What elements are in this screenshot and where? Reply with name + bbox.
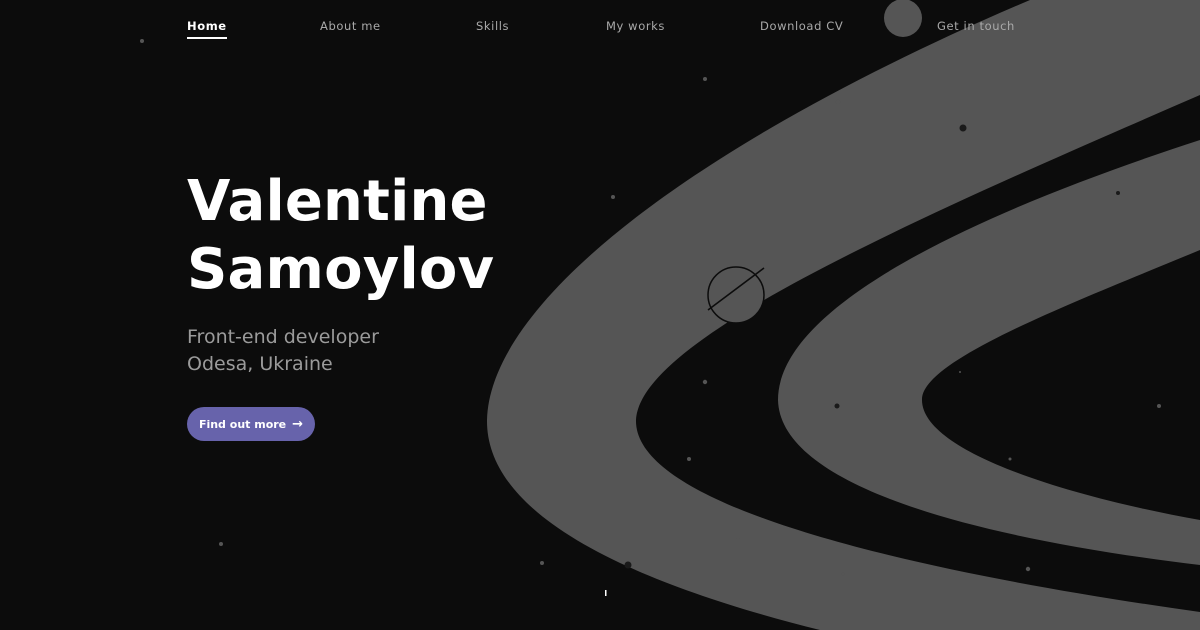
- arrow-right-icon: →: [292, 416, 304, 432]
- nav-about[interactable]: About me: [320, 19, 381, 33]
- hero-name-last: Samoylov: [187, 237, 495, 302]
- hero-section: Valentine Samoylov Front-end developer O…: [187, 168, 494, 378]
- main-nav: Home About me Skills My works Download C…: [0, 0, 1200, 54]
- space-background: [140, 0, 1200, 630]
- nav-contact[interactable]: Get in touch: [937, 19, 1015, 33]
- hero-title: Valentine Samoylov: [187, 168, 494, 304]
- nav-skills[interactable]: Skills: [476, 19, 509, 33]
- hero-location: Odesa, Ukraine: [187, 353, 333, 375]
- orbit-ring: [486, 0, 1200, 630]
- hero-subtitle: Front-end developer Odesa, Ukraine: [187, 324, 494, 378]
- cta-label: Find out more: [198, 417, 287, 431]
- moon-circle: [707, 266, 765, 324]
- nav-home-label: Home: [187, 19, 227, 33]
- nav-works[interactable]: My works: [606, 19, 665, 33]
- nav-download-cv[interactable]: Download CV: [760, 19, 843, 33]
- scroll-indicator: [605, 590, 607, 596]
- landing-page: Home About me Skills My works Download C…: [0, 0, 1200, 630]
- nav-active-underline: [187, 37, 227, 39]
- hero-role: Front-end developer: [187, 326, 379, 348]
- nav-home[interactable]: Home: [187, 19, 227, 39]
- find-out-more-button[interactable]: Find out more →: [187, 407, 315, 441]
- hero-name-first: Valentine: [187, 169, 488, 234]
